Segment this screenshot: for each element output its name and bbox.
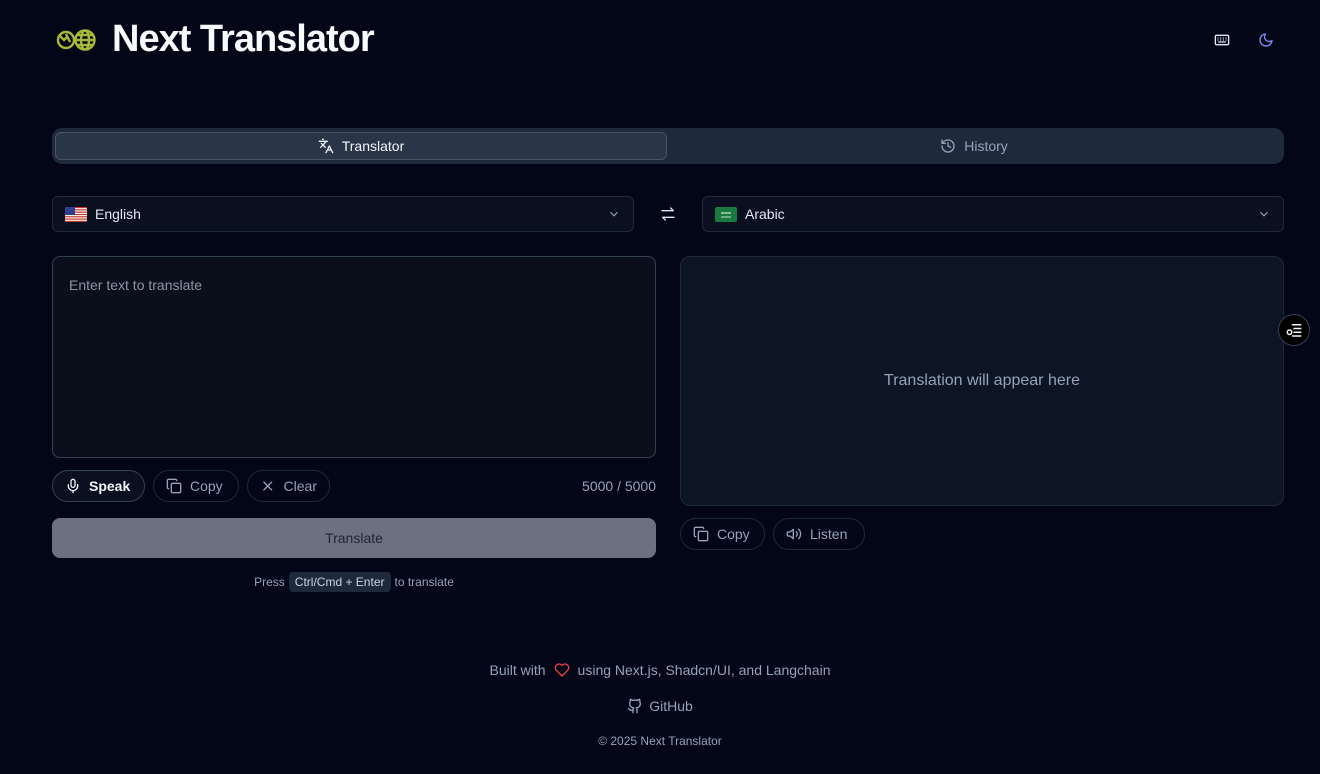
swap-icon [661, 207, 675, 221]
built-suffix: using Next.js, Shadcn/UI, and Langchain [577, 662, 831, 678]
github-link[interactable]: GitHub [0, 698, 1320, 714]
tab-bar: Translator History [52, 128, 1284, 164]
translation-output: Translation will appear here [680, 256, 1284, 506]
app-title: Next Translator [112, 18, 375, 60]
microphone-icon [67, 478, 79, 494]
hint-prefix: Press [254, 575, 285, 589]
chevron-down-icon [1260, 211, 1268, 217]
target-language-select[interactable]: Arabic [702, 196, 1284, 232]
listen-button[interactable]: Listen [773, 518, 865, 550]
copy-icon [693, 526, 709, 542]
listen-label: Listen [810, 526, 848, 542]
shortcut-hint: Press Ctrl/Cmd + Enter to translate [52, 572, 656, 592]
copyright: © 2025 Next Translator [598, 734, 722, 748]
us-flag-icon [65, 206, 87, 222]
speak-label: Speak [89, 478, 131, 494]
history-icon [941, 139, 955, 153]
floating-menu-button[interactable] [1278, 314, 1310, 346]
globe-icon [56, 24, 96, 56]
translate-button[interactable]: Translate [52, 518, 656, 558]
footer-built-with: Built with using Next.js, Shadcn/UI, and… [0, 662, 1320, 678]
chevron-down-icon [610, 211, 618, 217]
speaker-icon [786, 528, 802, 540]
tab-history-label: History [964, 138, 1008, 154]
copy-icon [166, 478, 182, 494]
copy-input-label: Copy [190, 478, 223, 494]
tab-history[interactable]: History [668, 132, 1280, 160]
source-language-label: English [95, 206, 141, 222]
source-text-placeholder: Enter text to translate [69, 277, 203, 293]
github-icon [627, 698, 642, 714]
translation-placeholder: Translation will appear here [884, 372, 1080, 389]
character-count: 5000 / 5000 [582, 478, 656, 494]
list-settings-icon [1286, 324, 1302, 337]
theme-toggle-button[interactable] [1250, 24, 1282, 56]
hint-suffix: to translate [394, 575, 454, 589]
github-label: GitHub [649, 698, 693, 714]
keyboard-icon [1214, 34, 1230, 46]
tab-translator[interactable]: Translator [55, 132, 667, 160]
clear-button[interactable]: Clear [247, 470, 330, 502]
source-language-select[interactable]: English [52, 196, 634, 232]
shortcut-key: Ctrl/Cmd + Enter [288, 572, 391, 592]
target-language-label: Arabic [745, 206, 785, 222]
moon-icon [1259, 33, 1273, 47]
sa-flag-icon [715, 206, 737, 222]
speak-button[interactable]: Speak [52, 470, 145, 502]
built-prefix: Built with [489, 662, 546, 678]
copy-output-label: Copy [717, 526, 750, 542]
clear-label: Clear [283, 478, 317, 494]
tab-translator-label: Translator [341, 138, 405, 154]
close-icon [263, 481, 273, 491]
swap-languages-button[interactable] [652, 200, 684, 228]
heart-icon [554, 663, 569, 677]
copy-output-button[interactable]: Copy [680, 518, 765, 550]
source-text-input[interactable]: Enter text to translate [52, 256, 656, 458]
keyboard-shortcuts-button[interactable] [1206, 24, 1238, 56]
translate-icon [318, 138, 334, 154]
copy-input-button[interactable]: Copy [153, 470, 239, 502]
